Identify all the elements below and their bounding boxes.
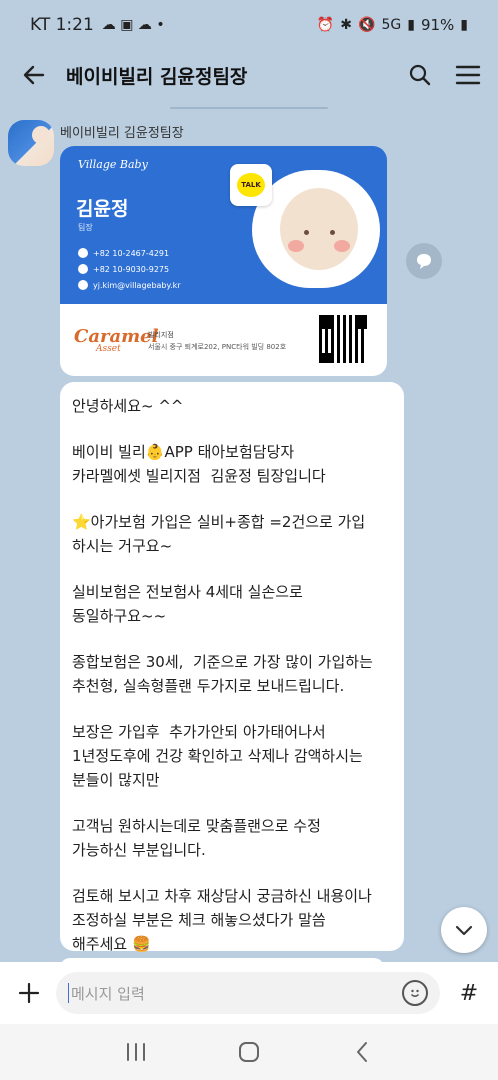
message-line-gap (72, 558, 392, 580)
card-name: 김윤정 (76, 198, 129, 220)
mute-icon: 🔇 (358, 17, 376, 33)
recent-apps-icon (127, 1043, 146, 1061)
message-line: 검토해 보시고 차후 재상담시 궁금하신 내용이나 (72, 887, 372, 905)
carrier-time: KT 1:21 (30, 15, 94, 35)
kakao-talk-icon: TALK (230, 164, 272, 206)
arrow-left-icon (23, 65, 45, 85)
scroll-indicator (170, 107, 328, 109)
message-line: 가능하신 부분입니다. (72, 841, 206, 859)
message-line: 1년정도후에 건강 확인하고 삭제나 감액하시는 (72, 747, 363, 765)
business-card-image[interactable]: Village Baby 김윤정 팀장 +82 10-2467-4291 +82… (60, 146, 387, 376)
card-phone2-row: +82 10-9030-9275 (78, 264, 238, 274)
hamburger-menu-icon (455, 65, 481, 85)
alarm-icon: ⏰ (316, 17, 335, 33)
message-line-gap (72, 792, 392, 814)
plus-icon (18, 982, 40, 1004)
qr-code-icon (317, 313, 369, 365)
share-button[interactable] (406, 243, 442, 279)
mobile-icon (78, 264, 88, 274)
home-button[interactable] (229, 1032, 269, 1072)
message-bubble[interactable]: 안녕하세요~ ^^ 베이비 빌리👶APP 태아보험담당자카라멜에셋 빌리지점 김윤… (60, 382, 404, 953)
search-icon (409, 64, 431, 86)
card-email: yj.kim@villagebaby.kr (93, 280, 181, 290)
sender-avatar[interactable] (8, 120, 54, 166)
message-line-gap (72, 418, 392, 440)
signal-icon: ▮ (407, 17, 415, 33)
message-line: 보장은 가입후 추가가안되 아가태어나서 (72, 723, 326, 741)
emoji-icon (411, 989, 419, 997)
attach-button[interactable] (10, 974, 48, 1012)
scroll-down-button[interactable] (441, 907, 487, 953)
card-logo-sub: Asset (96, 344, 121, 354)
message-line: 고객님 원하시는데로 맞춤플랜으로 수정 (72, 817, 321, 835)
message-text: 안녕하세요~ ^^ 베이비 빌리👶APP 태아보험담당자카라멜에셋 빌리지점 김윤… (72, 394, 392, 956)
text-caret (68, 983, 69, 1003)
message-line: 분들이 많지만 (72, 771, 160, 789)
message-line: 종합보험은 30세, 기준으로 가장 많이 가입하는 (72, 653, 373, 671)
message-input[interactable]: 메시지 입력 (56, 972, 440, 1014)
phone-icon (78, 248, 88, 258)
card-address: 서울시 중구 퇴계로202, PNC타워 빌딩 802호 (148, 343, 287, 351)
message-line-gap (72, 488, 392, 510)
card-brand: Village Baby (78, 158, 148, 171)
menu-button[interactable] (454, 61, 482, 89)
search-button[interactable] (406, 61, 434, 89)
card-header: Village Baby 김윤정 팀장 +82 10-2467-4291 +82… (60, 146, 387, 304)
message-line: 하시는 거구요~ (72, 537, 173, 555)
message-line-gap (72, 862, 392, 884)
card-phone2: +82 10-9030-9275 (93, 264, 170, 274)
back-nav-button[interactable] (342, 1032, 382, 1072)
home-icon (238, 1042, 259, 1062)
card-phone1: +82 10-2467-4291 (93, 248, 170, 258)
notification-icons: ☁ ▣ ☁ • (101, 17, 165, 33)
message-line: 베이비 빌리👶APP 태아보험담당자 (72, 443, 295, 461)
sender-name: 베이비빌리 김윤정팀장 (60, 126, 184, 141)
message-line: 추천형, 실속형플랜 두가지로 보내드립니다. (72, 677, 345, 695)
back-button[interactable] (16, 57, 52, 93)
chat-title: 베이비빌리 김윤정팀장 (66, 65, 248, 88)
card-email-row: yj.kim@villagebaby.kr (78, 280, 238, 290)
card-phone1-row: +82 10-2467-4291 (78, 248, 238, 258)
message-line-gap (72, 628, 392, 650)
message-line: ⭐아가보험 가입은 실비+종합 =2건으로 가입 (72, 513, 366, 531)
network-icon: 5G (381, 17, 402, 33)
emoji-button[interactable] (402, 980, 428, 1006)
message-line: 동일하구요~~ (72, 607, 167, 625)
battery-icon: ▮ (460, 17, 468, 33)
hash-icon: # (459, 980, 479, 1006)
chat-header: 베이비빌리 김윤정팀장 (0, 50, 498, 100)
share-icon (417, 254, 431, 269)
system-nav-bar (0, 1024, 498, 1080)
message-input-bar: 메시지 입력 # (0, 962, 498, 1024)
status-bar: KT 1:21 ☁ ▣ ☁ • ⏰ ✱ 🔇 5G ▮ 91% ▮ (0, 0, 498, 50)
card-role: 팀장 (78, 223, 93, 232)
chevron-left-icon (356, 1042, 367, 1062)
message-line: 안녕하세요~ ^^ (72, 397, 184, 415)
bluetooth-icon: ✱ (340, 17, 353, 33)
message-line: 카라멜에셋 빌리지점 김윤정 팀장입니다 (72, 467, 326, 485)
chevron-down-icon (455, 925, 473, 936)
recent-apps-button[interactable] (116, 1032, 156, 1072)
message-line: 조정하실 부분은 체크 해놓으셨다가 말씀 (72, 911, 326, 929)
hashtag-button[interactable]: # (450, 974, 488, 1012)
battery-level: 91% (420, 16, 455, 34)
mail-icon (78, 280, 88, 290)
message-line: 해주세요 🍔 (72, 935, 151, 953)
message-input-placeholder: 메시지 입력 (71, 984, 145, 1003)
message-line-gap (72, 698, 392, 720)
message-line: 실비보험은 전보험사 4세대 실손으로 (72, 583, 303, 601)
card-branch: 빌리지점 (148, 331, 174, 339)
baby-face (280, 188, 358, 270)
